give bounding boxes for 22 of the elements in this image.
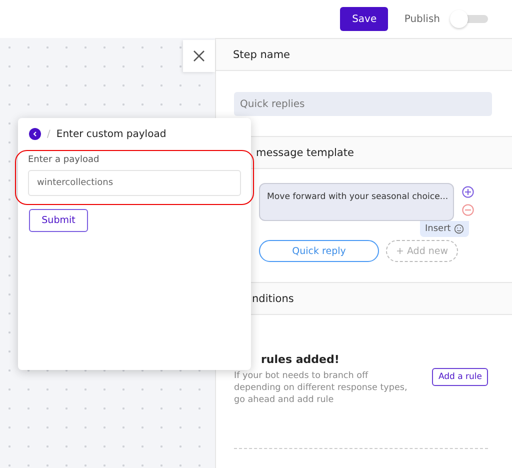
submit-button[interactable]: Submit (29, 209, 88, 232)
close-icon (193, 50, 205, 62)
back-button[interactable] (29, 128, 41, 140)
conditions-title: rules added! (261, 353, 340, 366)
step-name-field[interactable]: Quick replies (234, 92, 492, 116)
add-rule-button[interactable]: Add a rule (432, 368, 488, 386)
quick-reply-button[interactable]: Quick reply (259, 240, 379, 262)
breadcrumb-separator: / (47, 128, 50, 140)
publish-toggle[interactable] (450, 10, 488, 28)
field-label: Enter a payload (28, 155, 100, 165)
section-header: Step name (216, 38, 512, 71)
conditions-description: If your bot needs to branch off depending on different response types, go ahead and add rule (234, 370, 408, 406)
save-button[interactable]: Save (340, 7, 388, 31)
close-button[interactable] (183, 40, 215, 72)
chevron-left-icon (32, 131, 38, 137)
message-bubble[interactable]: Move forward with your seasonal choice... (259, 183, 454, 221)
popup-title: Enter custom payload (56, 128, 166, 140)
payload-input[interactable]: wintercollections (28, 170, 241, 196)
insert-emoji-button[interactable]: Insert (420, 221, 469, 237)
publish-label: Publish (404, 14, 440, 24)
plus-circle-icon[interactable] (462, 186, 474, 198)
smiley-icon (454, 224, 464, 234)
